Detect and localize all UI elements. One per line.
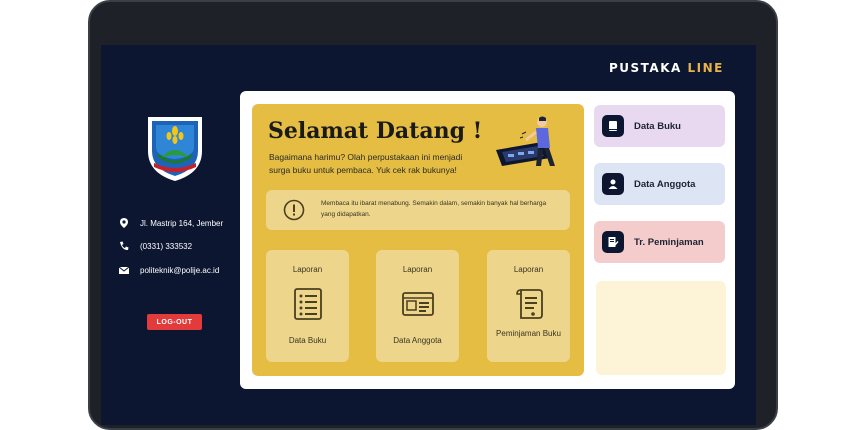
menu-label: Data Buku [634, 120, 681, 132]
menu-data-anggota[interactable]: Data Anggota [594, 163, 725, 205]
welcome-title: Selamat Datang ! [268, 118, 483, 144]
phone-icon [120, 241, 129, 251]
report-label-bottom: Peminjaman Buku [496, 329, 561, 338]
book-icon [602, 115, 624, 137]
brand-logo: PUSTAKA LINE [609, 61, 724, 75]
report-label-top: Laporan [402, 265, 433, 274]
alert-text: Membaca itu ibarat menabung. Semakin dal… [321, 200, 547, 218]
reading-person-illustration [496, 116, 555, 166]
menu-data-buku[interactable]: Data Buku [594, 105, 725, 147]
contact-email-text: politeknik@polije.ac.id [140, 265, 220, 275]
polije-emblem-icon [148, 117, 202, 181]
report-data-anggota-card[interactable]: Laporan Data Anggota [376, 250, 459, 362]
report-label-bottom: Data Buku [288, 336, 327, 345]
edit-document-icon [602, 231, 624, 253]
report-data-buku-card[interactable]: Laporan Data Buku [266, 250, 349, 362]
location-pin-icon [120, 218, 128, 228]
scroll-document-icon [516, 289, 543, 319]
report-label-top: Laporan [513, 265, 544, 274]
mail-icon [118, 266, 130, 274]
contact-phone: (0331) 333532 [118, 240, 192, 252]
report-peminjaman-card[interactable]: Laporan Peminjaman Buku [487, 250, 570, 362]
notes-panel [596, 281, 726, 375]
id-card-icon [402, 292, 434, 316]
welcome-subtitle: Bagaimana harimu? Olah perpustakaan ini … [269, 152, 463, 175]
report-label-top: Laporan [292, 265, 323, 274]
user-icon [602, 173, 624, 195]
contact-email: politeknik@polije.ac.id [118, 264, 219, 276]
warning-icon [283, 199, 305, 221]
contact-address: Jl. Mastrip 164, Jember [118, 217, 223, 229]
menu-label: Data Anggota [634, 178, 696, 190]
info-alert: Membaca itu ibarat menabung. Semakin dal… [266, 190, 570, 230]
menu-tr-peminjaman[interactable]: Tr. Peminjaman [594, 221, 725, 263]
contact-phone-text: (0331) 333532 [140, 241, 193, 251]
list-document-icon [294, 288, 322, 320]
contact-address-text: Jl. Mastrip 164, Jember [140, 218, 224, 228]
logout-button[interactable]: LOG-OUT [147, 314, 202, 330]
report-label-bottom: Data Anggota [393, 336, 442, 345]
menu-label: Tr. Peminjaman [634, 236, 704, 248]
